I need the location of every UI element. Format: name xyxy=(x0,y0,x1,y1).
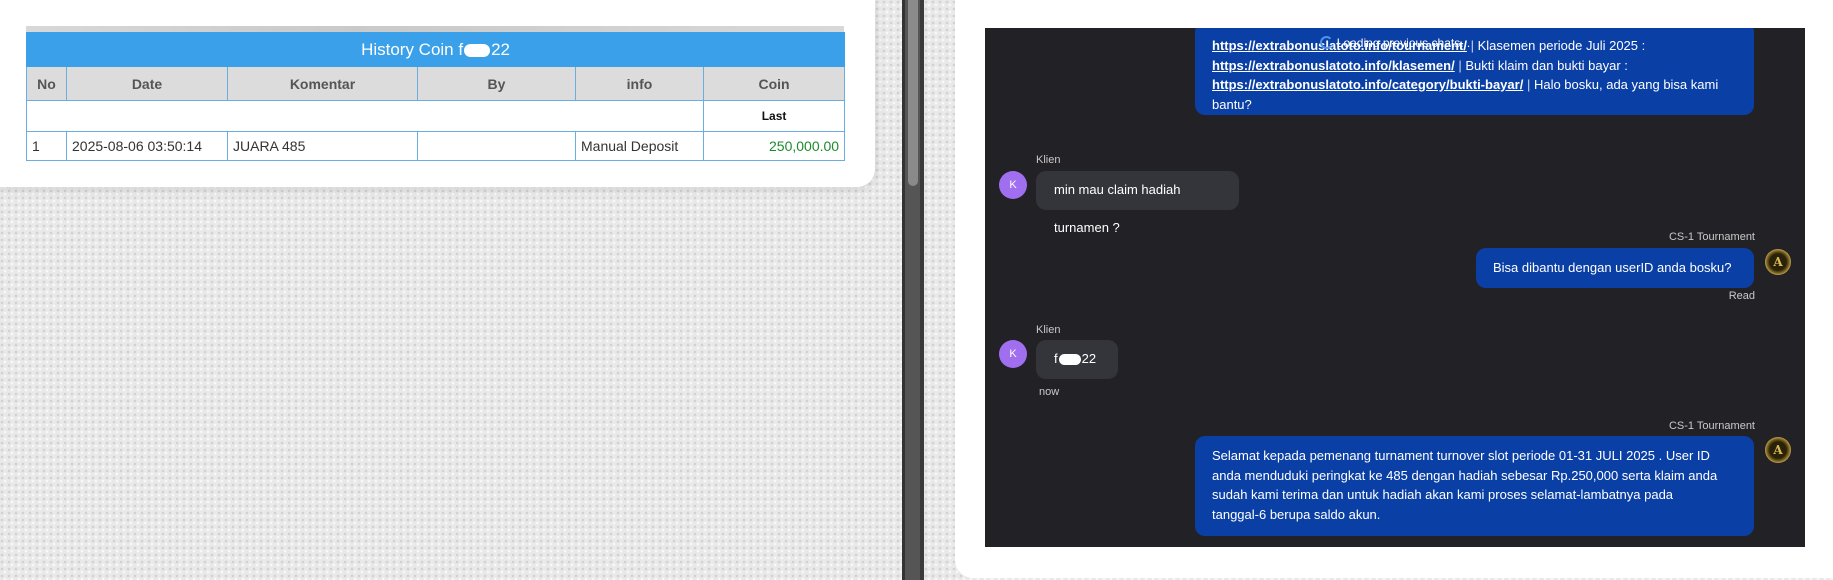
last-label: Last xyxy=(702,100,846,132)
redaction-mark xyxy=(464,43,491,57)
col-header-date[interactable]: Date xyxy=(66,66,228,101)
cell-date: 2025-08-06 03:50:14 xyxy=(66,131,228,161)
sender-name: Klien xyxy=(1036,154,1061,166)
cell-info: Manual Deposit xyxy=(575,131,704,161)
cell-by xyxy=(417,131,576,161)
spinner-icon xyxy=(1319,36,1333,49)
message-bubble-outgoing: Bisa dibantu dengan userID anda bosku? xyxy=(1476,248,1754,288)
coin-history-card: History Coin f 22 No Date Komentar By inf… xyxy=(0,0,875,187)
message-bubble-incoming: f 22 xyxy=(1036,340,1118,379)
table-title: History Coin f 22 xyxy=(25,32,846,67)
divider-edge-right xyxy=(920,0,924,580)
coin-history-table: History Coin f 22 No Date Komentar By inf… xyxy=(25,32,846,161)
last-row: Last xyxy=(26,100,846,132)
chat-card: Loading previous chats... https://extrab… xyxy=(955,0,1833,578)
sender-name: CS-1 Tournament xyxy=(1668,420,1755,432)
scrollbar-thumb[interactable] xyxy=(908,0,918,186)
col-header-komentar[interactable]: Komentar xyxy=(227,66,418,101)
chat-panel[interactable]: Loading previous chats... https://extrab… xyxy=(985,28,1805,547)
bukti-bayar-link[interactable]: https://extrabonuslatoto.info/category/b… xyxy=(1212,77,1523,92)
col-header-info[interactable]: info xyxy=(575,66,704,101)
sender-name: CS-1 Tournament xyxy=(1668,231,1755,243)
cell-komentar: JUARA 485 xyxy=(227,131,418,161)
divider-edge xyxy=(902,0,905,580)
cs-avatar: A xyxy=(1765,437,1791,463)
message-bubble-incoming: min mau claim hadiah turnamen ? xyxy=(1036,171,1239,235)
client-avatar: K xyxy=(999,171,1027,199)
col-header-coin[interactable]: Coin xyxy=(702,66,846,101)
table-header-row: No Date Komentar By info Coin xyxy=(26,66,846,101)
sender-name: Klien xyxy=(1036,324,1061,336)
cell-coin: 250,000.00 xyxy=(702,131,846,161)
cell-no: 1 xyxy=(26,131,67,161)
message-time: now xyxy=(1039,386,1060,398)
read-receipt: Read xyxy=(1728,290,1755,302)
message-bubble-outgoing: Selamat kepada pemenang turnament turnov… xyxy=(1195,436,1754,536)
table-row: 1 2025-08-06 03:50:14 JUARA 485 Manual D… xyxy=(26,131,846,161)
klasemen-link[interactable]: https://extrabonuslatoto.info/klasemen/ xyxy=(1212,58,1455,73)
col-header-by[interactable]: By xyxy=(417,66,576,101)
redaction-mark xyxy=(1058,354,1081,366)
cs-avatar: A xyxy=(1765,249,1791,275)
col-header-no[interactable]: No xyxy=(26,66,67,101)
loading-indicator: Loading previous chats... xyxy=(985,36,1805,50)
client-avatar: K xyxy=(999,340,1027,368)
